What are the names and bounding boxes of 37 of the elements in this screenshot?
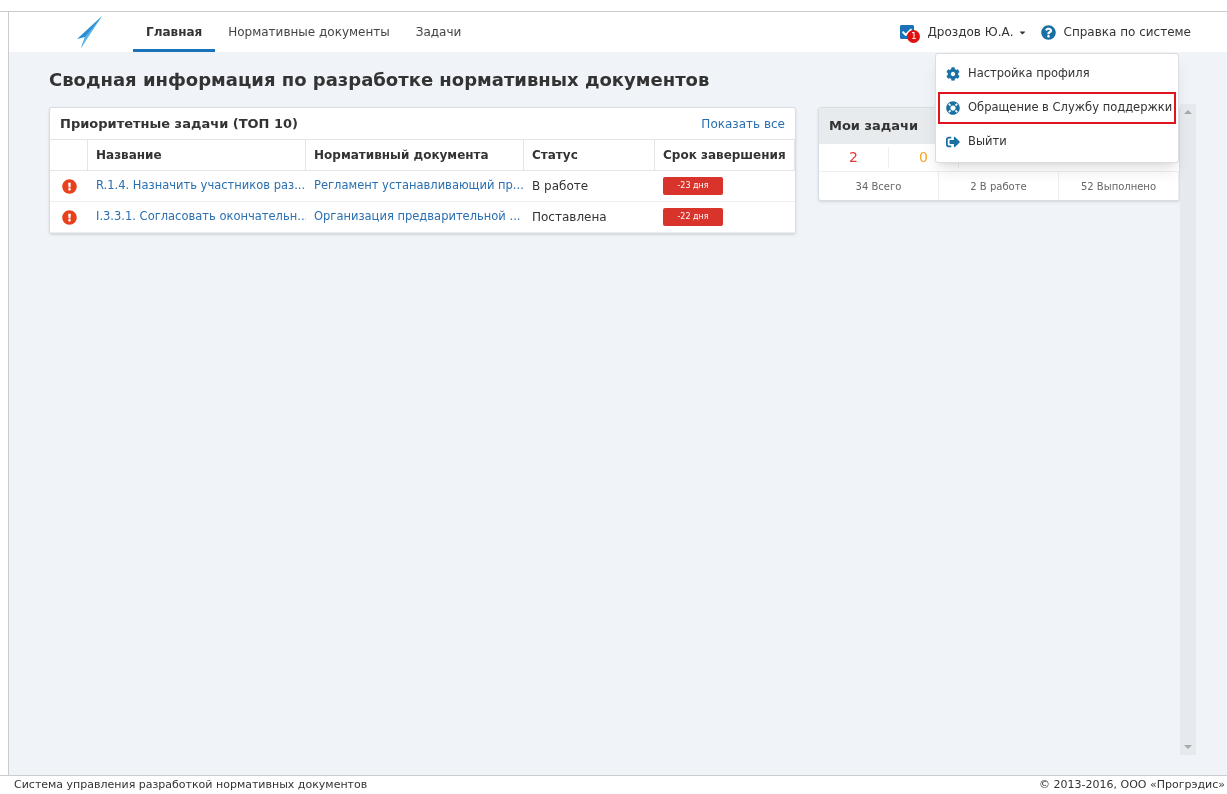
document-link[interactable]: Регламент устанавливающий пр... xyxy=(306,171,524,202)
show-all-link[interactable]: Показать все xyxy=(701,114,785,133)
help-icon xyxy=(1040,24,1056,40)
nav-tab[interactable]: Нормативные документы xyxy=(215,12,403,52)
panel-title: Мои задачи xyxy=(829,117,919,136)
column-header: Статус xyxy=(524,140,655,171)
total-label: 2 В работе xyxy=(939,172,1059,200)
nav-tab[interactable]: Задачи xyxy=(402,12,475,52)
warning-icon xyxy=(61,178,77,194)
page-title: Сводная информация по разработке нормативных документов xyxy=(49,68,710,92)
total-label: 34 Всего xyxy=(819,172,939,200)
menu-item[interactable]: Обращение в Службу поддержки xyxy=(938,92,1176,124)
menu-item[interactable]: Настройка профиля xyxy=(938,58,1176,90)
scroll-up-icon[interactable] xyxy=(1184,108,1192,116)
scroll-down-icon[interactable] xyxy=(1184,743,1192,751)
overdue-tag: -22 дня xyxy=(663,208,723,226)
count-value: 2 xyxy=(819,147,889,168)
user-menu-button[interactable]: Дроздов Ю.А. xyxy=(927,23,1027,41)
status-text: Система управления разработкой нормативных документов xyxy=(14,776,368,793)
settings-icon xyxy=(946,67,960,81)
help-link[interactable]: Справка по системе xyxy=(1063,23,1191,41)
notification-badge: 1 xyxy=(907,30,921,43)
logout-icon xyxy=(946,135,960,149)
task-link[interactable]: R.1.4. Назначить участников раз... xyxy=(88,171,306,202)
column-header: Название xyxy=(88,140,306,171)
status-cell: В работе xyxy=(524,171,655,202)
overdue-tag: -23 дня xyxy=(663,177,723,195)
document-link[interactable]: Организация предварительной ... xyxy=(306,202,524,233)
status-cell: Поставлена xyxy=(524,202,655,233)
warning-icon xyxy=(61,209,77,225)
support-icon xyxy=(946,101,960,115)
column-header: Срок завершения xyxy=(655,140,795,171)
copyright-text: © 2013-2016, ООО «Прогрэдис» xyxy=(1039,776,1225,793)
total-label: 52 Выполнено xyxy=(1059,172,1179,200)
panel-title: Приоритетные задачи (ТОП 10) xyxy=(60,114,299,133)
column-header: Нормативный документа xyxy=(306,140,524,171)
paper-plane-logo xyxy=(75,15,103,49)
